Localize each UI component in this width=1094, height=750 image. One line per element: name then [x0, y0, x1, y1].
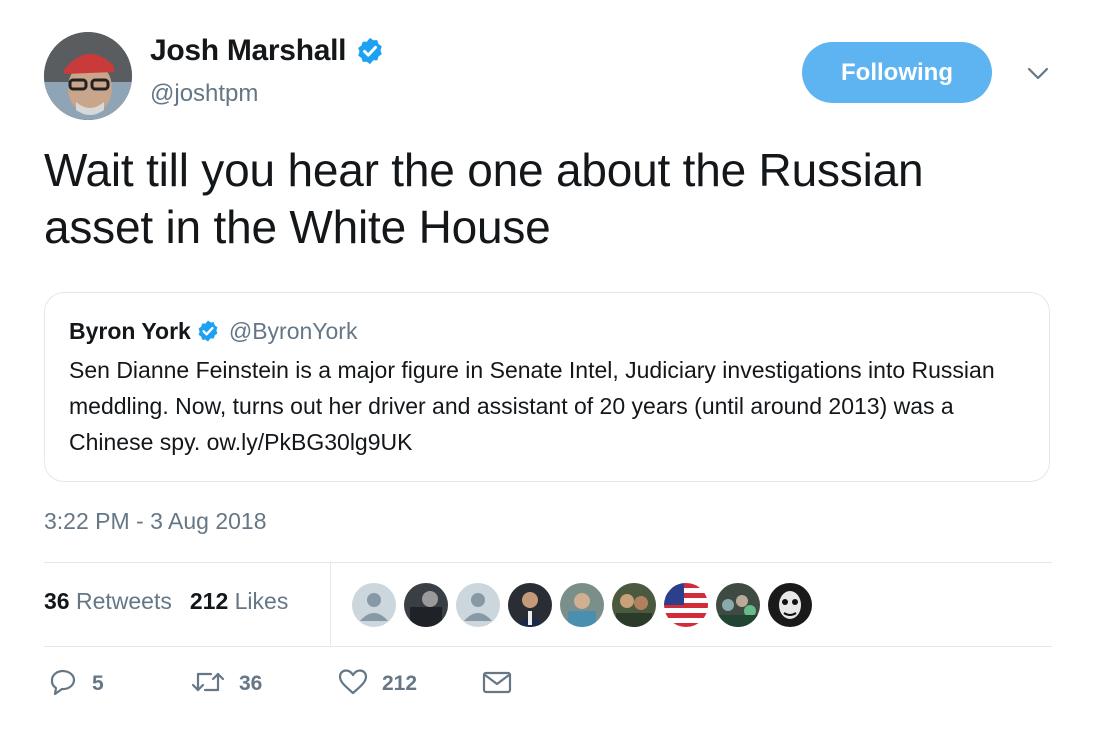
envelope-icon	[482, 671, 512, 694]
tweet-timestamp[interactable]: 3:22 PM - 3 Aug 2018	[44, 508, 267, 535]
photo-avatar-icon[interactable]	[404, 583, 448, 627]
photo-avatar-icon[interactable]	[768, 583, 812, 627]
verified-badge-icon	[358, 37, 382, 65]
retweet-button[interactable]: 36	[191, 668, 262, 696]
photo-avatar-icon[interactable]	[612, 583, 656, 627]
reply-icon	[50, 669, 76, 696]
retweet-count: 36	[239, 672, 263, 695]
photo-avatar-icon[interactable]	[508, 583, 552, 627]
photo-avatar-icon[interactable]	[716, 583, 760, 627]
author-name[interactable]: Josh Marshall	[150, 34, 346, 68]
author-avatar[interactable]	[44, 32, 132, 120]
like-count: 212	[382, 672, 418, 695]
quoted-author-name: Byron York	[69, 317, 191, 344]
tweet-stats: 36 Retweets 212 Likes	[44, 588, 306, 615]
quoted-author-handle: @ByronYork	[228, 317, 358, 344]
divider	[44, 646, 1052, 647]
profile-photo-icon	[44, 32, 132, 120]
likes-label: Likes	[234, 588, 289, 614]
like-button[interactable]: 212	[338, 668, 417, 696]
likes-stat[interactable]: 212 Likes	[190, 588, 288, 615]
quoted-tweet-text: Sen Dianne Feinstein is a major figure i…	[69, 357, 995, 455]
tweet-text: Wait till you hear the one about the Rus…	[44, 144, 924, 253]
verified-badge-icon	[198, 320, 218, 342]
retweets-stat[interactable]: 36 Retweets	[44, 588, 172, 615]
default-avatar-icon[interactable]	[352, 583, 396, 627]
retweet-icon	[191, 672, 225, 692]
heart-icon	[338, 669, 368, 695]
direct-message-button[interactable]	[482, 668, 512, 696]
reply-count: 5	[92, 672, 104, 695]
quoted-tweet-header: Byron York @ByronYork	[69, 315, 1025, 347]
retweets-label: Retweets	[75, 588, 172, 614]
default-avatar-icon[interactable]	[456, 583, 500, 627]
retweets-count: 36	[44, 588, 70, 614]
reply-button[interactable]: 5	[48, 668, 104, 696]
flag-avatar-icon[interactable]	[664, 583, 708, 627]
divider	[44, 562, 1052, 563]
following-button[interactable]: Following	[802, 42, 992, 103]
author-handle[interactable]: @joshtpm	[150, 80, 258, 108]
likers-avatars	[352, 583, 820, 627]
author-name-row[interactable]: Josh Marshall	[150, 34, 385, 68]
photo-avatar-icon[interactable]	[560, 583, 604, 627]
likes-count: 212	[189, 588, 229, 614]
chevron-down-icon[interactable]	[1026, 64, 1050, 84]
stats-divider	[330, 563, 331, 645]
quoted-tweet[interactable]: Byron York @ByronYork Sen Dianne Feinste…	[44, 292, 1050, 482]
